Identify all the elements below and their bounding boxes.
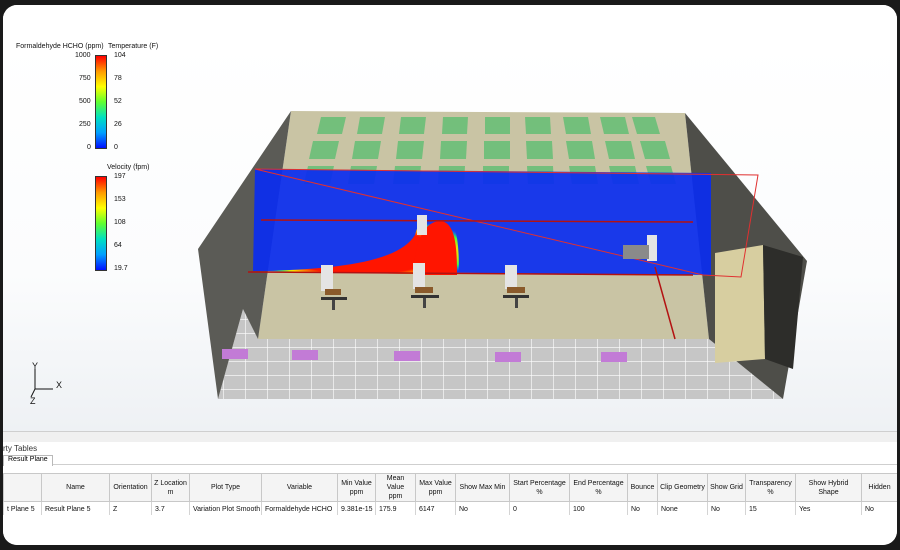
splitter[interactable] bbox=[3, 431, 897, 442]
property-panel-header: rty Tables Result Plane bbox=[3, 442, 897, 466]
column-header[interactable]: Transparency% bbox=[745, 473, 796, 502]
column-header[interactable]: Z Location m bbox=[151, 473, 190, 502]
column-header[interactable]: Min Value ppm bbox=[337, 473, 376, 502]
column-header[interactable]: Name bbox=[41, 473, 110, 502]
column-header[interactable]: Show Hybrid Shape bbox=[795, 473, 862, 502]
column-header[interactable]: Variable bbox=[261, 473, 338, 502]
column-header[interactable]: Bounce bbox=[627, 473, 658, 502]
3d-viewport[interactable]: Formaldehyde HCHO (ppm) Temperature (F) … bbox=[3, 39, 897, 431]
column-header[interactable]: Show Grid bbox=[707, 473, 746, 502]
column-header[interactable]: End Percentage% bbox=[569, 473, 628, 502]
property-table: Name Orientation Z Location m Plot Type Varia… bbox=[3, 473, 897, 517]
column-header[interactable]: Mean Value ppm bbox=[375, 473, 416, 502]
column-header[interactable]: Hidden bbox=[861, 473, 897, 502]
status-area bbox=[3, 515, 897, 545]
tab-result-plane[interactable]: Result Plane bbox=[3, 455, 53, 466]
toolbar-area bbox=[3, 5, 897, 40]
table-header-row: Name Orientation Z Location m Plot Type Varia… bbox=[3, 473, 897, 502]
room-scene bbox=[198, 111, 807, 399]
column-header[interactable]: Max Value ppm bbox=[415, 473, 456, 502]
column-header[interactable]: Start Percentage% bbox=[509, 473, 570, 502]
column-header[interactable]: Orientation bbox=[109, 473, 152, 502]
side-cabinet bbox=[715, 245, 765, 363]
column-header[interactable]: Clip Geometry bbox=[657, 473, 708, 502]
column-header[interactable]: Plot Type bbox=[189, 473, 262, 502]
column-header[interactable]: Show Max Min bbox=[455, 473, 510, 502]
property-tables-title: rty Tables bbox=[3, 444, 38, 453]
app-window: Formaldehyde HCHO (ppm) Temperature (F) … bbox=[3, 5, 897, 545]
column-header[interactable] bbox=[3, 473, 42, 502]
